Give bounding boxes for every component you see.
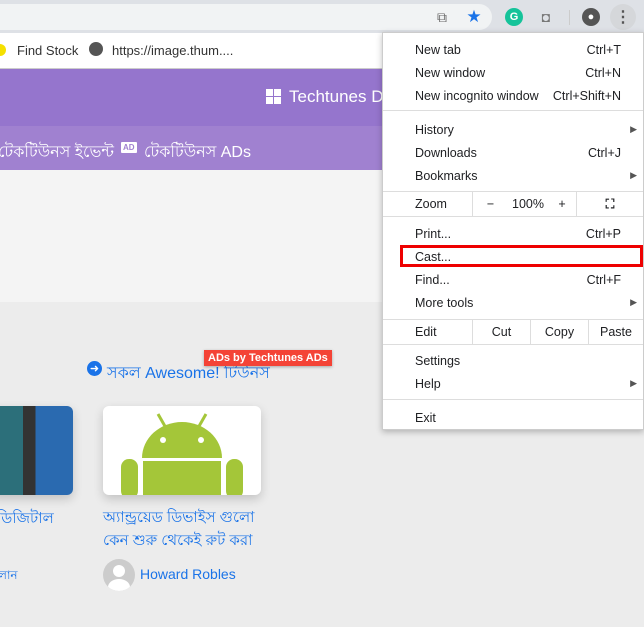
menu-find[interactable]: Find... Ctrl+F (383, 268, 643, 291)
cut-button[interactable]: Cut (472, 320, 530, 344)
menu-exit[interactable]: Exit (383, 406, 643, 429)
card-title-line1[interactable]: অ্যান্ড্রয়েড ডিভাইস গুলো (103, 506, 255, 531)
divider (383, 110, 643, 111)
author-avatar[interactable] (103, 559, 135, 591)
browser-toolbar: ⧉ ★ G ◘ ● ⋮ (0, 0, 644, 33)
bookmark-image-url[interactable]: https://image.thum.... (112, 43, 233, 58)
android-icon (121, 413, 243, 495)
zoom-value: 100% (512, 197, 544, 211)
site-title[interactable]: Techtunes Di (289, 87, 387, 107)
ad-icon: AD (121, 142, 137, 153)
directory-icon (266, 89, 281, 104)
zoom-row: Zoom − 100% + ⛶ (383, 192, 643, 216)
menu-downloads[interactable]: Downloads Ctrl+J (383, 141, 643, 164)
submenu-arrow-icon: ▶ (630, 124, 637, 134)
highlight-box (400, 245, 643, 267)
label: Downloads (415, 145, 477, 160)
zoom-out-button[interactable]: − (472, 192, 508, 216)
submenu-arrow-icon: ▶ (630, 378, 637, 388)
grammarly-icon[interactable]: G (505, 8, 523, 26)
more-menu-icon[interactable]: ⋮ (610, 4, 636, 30)
card-title[interactable]: ডিজিটাল (0, 507, 54, 532)
shortcut: Ctrl+F (586, 272, 621, 287)
ads-badge[interactable]: ADs by Techtunes ADs (204, 350, 332, 366)
menu-settings[interactable]: Settings (383, 349, 643, 372)
label: Exit (415, 410, 436, 425)
menu-history[interactable]: History ▶ (383, 118, 643, 141)
submenu-arrow-icon: ▶ (630, 170, 637, 180)
menu-new-incognito[interactable]: New incognito window Ctrl+Shift+N (383, 84, 643, 107)
menu-new-window[interactable]: New window Ctrl+N (383, 61, 643, 84)
edit-label: Edit (415, 325, 437, 339)
label: Print... (415, 226, 452, 241)
card-title-line2[interactable]: কেন শুরু থেকেই রুট করা (103, 529, 253, 554)
divider (383, 216, 643, 217)
label: More tools (415, 295, 474, 310)
zoom-in-button[interactable]: + (548, 197, 576, 211)
divider (383, 399, 643, 400)
shortcut: Ctrl+N (585, 65, 621, 80)
translate-icon[interactable]: ⧉ (433, 8, 451, 26)
label: Help (415, 376, 441, 391)
divider (383, 344, 643, 345)
chrome-menu: New tab Ctrl+T New window Ctrl+N New incog… (382, 32, 644, 430)
paste-button[interactable]: Paste (588, 320, 643, 344)
edit-row: Edit Cut Copy Paste (383, 320, 643, 344)
menu-new-tab[interactable]: New tab Ctrl+T (383, 38, 643, 61)
globe-icon (89, 42, 103, 56)
card-image-digital[interactable] (0, 406, 73, 495)
address-bar[interactable] (0, 4, 492, 30)
toolbar-divider (569, 10, 570, 25)
bookmark-star-icon[interactable]: ★ (465, 7, 483, 26)
shortcut: Ctrl+T (586, 42, 621, 57)
arrow-right-circle-icon: ➜ (87, 361, 102, 376)
shortcut: Ctrl+J (588, 145, 621, 160)
label: New window (415, 65, 486, 80)
bookmark-find-stock[interactable]: Find Stock (17, 43, 78, 58)
zoom-label: Zoom (415, 197, 447, 211)
profile-icon[interactable]: ● (582, 8, 600, 26)
menu-help[interactable]: Help ▶ (383, 372, 643, 395)
label: Find... (415, 272, 450, 287)
shortcut: Ctrl+P (585, 226, 621, 241)
nav-ads[interactable]: টেকটিউনস ADs (144, 139, 251, 166)
fullscreen-icon[interactable]: ⛶ (576, 192, 643, 216)
label: Settings (415, 353, 461, 368)
submenu-arrow-icon: ▶ (630, 297, 637, 307)
screenshot-camera-icon[interactable]: ◘ (537, 8, 555, 26)
label: History (415, 122, 454, 137)
label: New tab (415, 42, 461, 57)
findstock-favicon (0, 44, 6, 56)
label: New incognito window (415, 88, 539, 103)
nav-events[interactable]: টেকটিউনস ইভেন্ট (0, 139, 114, 166)
copy-button[interactable]: Copy (530, 320, 588, 344)
author-name[interactable]: Howard Robles (140, 566, 236, 582)
menu-bookmarks[interactable]: Bookmarks ▶ (383, 164, 643, 187)
menu-print[interactable]: Print... Ctrl+P (383, 222, 643, 245)
menu-more-tools[interactable]: More tools ▶ (383, 291, 643, 314)
card-author[interactable]: লান (0, 567, 18, 587)
shortcut: Ctrl+Shift+N (552, 88, 621, 103)
card-image-android[interactable] (103, 406, 261, 495)
label: Bookmarks (415, 168, 478, 183)
